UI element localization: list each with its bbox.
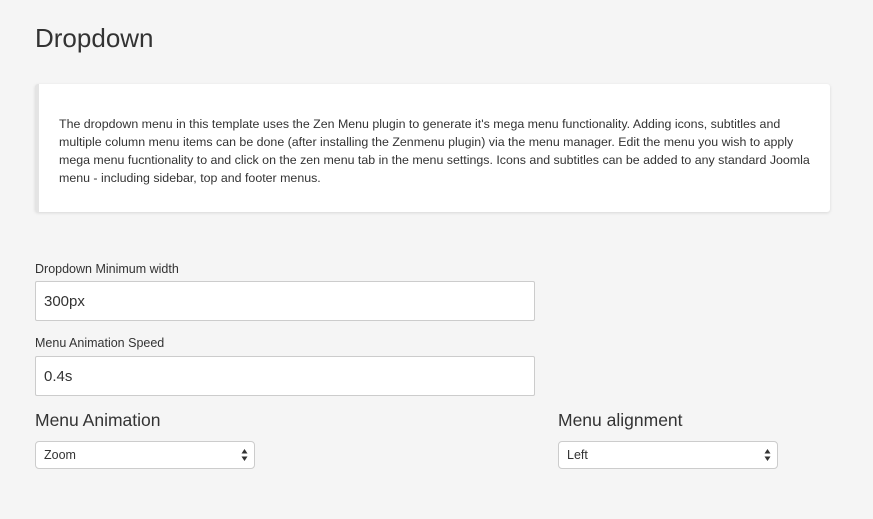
menu-alignment-select[interactable]: Left [558, 441, 778, 469]
info-panel: The dropdown menu in this template uses … [35, 84, 830, 212]
settings-page: Dropdown The dropdown menu in this templ… [0, 0, 873, 519]
dropdown-min-width-input[interactable] [35, 281, 535, 321]
dropdown-min-width-label: Dropdown Minimum width [35, 262, 179, 276]
info-text: The dropdown menu in this template uses … [59, 117, 810, 185]
page-title: Dropdown [35, 23, 154, 53]
menu-animation-label: Menu Animation [35, 410, 161, 430]
menu-alignment-value: Left [567, 448, 588, 462]
menu-animation-select[interactable]: Zoom [35, 441, 255, 469]
select-arrows-icon [764, 449, 771, 461]
menu-alignment-label: Menu alignment [558, 410, 683, 430]
menu-animation-speed-label: Menu Animation Speed [35, 336, 165, 350]
menu-animation-value: Zoom [44, 448, 76, 462]
select-arrows-icon [241, 449, 248, 461]
menu-animation-speed-input[interactable] [35, 356, 535, 396]
